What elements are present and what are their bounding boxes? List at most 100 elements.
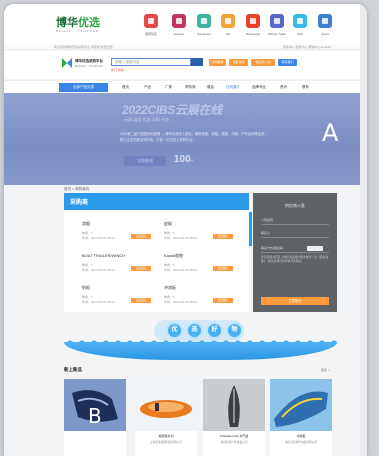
util-links[interactable]: 买家中心 卖家中心 帮助中心 English <box>283 45 331 49</box>
banner-number: 100+ <box>174 154 194 165</box>
quote-button[interactable]: 我要报价 <box>131 298 151 303</box>
quote-button[interactable]: 我要报价 <box>131 234 151 239</box>
nav-item[interactable]: 首页 <box>122 85 129 90</box>
flag-icon[interactable] <box>144 14 158 28</box>
header-button[interactable]: 免费发布 <box>229 59 248 66</box>
purchase-item-date: 时间：2022-08-26 08:00 <box>82 268 115 272</box>
product-name[interactable]: Inflatable boat 充气船 <box>203 434 265 438</box>
purchase-item-qty: 数量：1 <box>82 231 93 235</box>
submit-button[interactable]: 立即提交 <box>261 297 329 305</box>
purchase-item[interactable]: 帆船数量：1 时间：2022-08-26 08:00 我要报价 <box>82 285 162 312</box>
company-field[interactable] <box>261 224 329 225</box>
top-icon-label: About <box>321 32 329 36</box>
breadcrumb[interactable]: 首页 > 采购商机 <box>64 187 89 192</box>
purchase-item-name[interactable]: 冲浪板 <box>164 285 176 291</box>
nav-item[interactable]: 品牌专区 <box>252 85 266 90</box>
brand-logo-sub: BOHUA · YOUXUAN <box>56 29 99 33</box>
annotation-label-a: A <box>322 119 339 147</box>
annotation-label-b: B <box>88 404 102 428</box>
nav-item[interactable]: 厂家 <box>165 85 172 90</box>
quote-button[interactable]: 我要报价 <box>131 266 151 271</box>
product-name[interactable]: 冲浪板 <box>270 434 332 438</box>
product-image[interactable] <box>270 379 332 431</box>
purchase-item-date: 时间：2022-08-26 08:00 <box>82 300 115 304</box>
quote-button[interactable]: 我要报价 <box>213 234 233 239</box>
site-name-sub: BOHUA · YOUXUAN <box>75 64 103 68</box>
banner-subtitle: 云端·展会·优选·采购·合作 <box>124 117 170 122</box>
product-company: 深圳某某户外用品公司 <box>220 441 248 444</box>
purchase-item[interactable]: 冲浪板数量：1 时间：2022-08-26 08:00 我要报价 <box>164 285 244 312</box>
hero-banner[interactable]: 2022CIBS云展在线 云端·展会·优选·采购·合作 2022第二届中国国际船… <box>4 93 367 185</box>
purchase-item-name[interactable]: Kayak船舶 <box>164 253 183 259</box>
nav-item[interactable]: 资讯 <box>280 85 287 90</box>
verify-code-button[interactable] <box>307 246 323 251</box>
site-header: 博华优选采购平台 BOHUA · YOUXUAN 请输入搜索内容 热门 热搜 采… <box>4 51 367 79</box>
product-card[interactable]: 橡皮艇系列 上海某某船艇科技有限公司 <box>135 379 197 456</box>
company-field-label: 公司名称 <box>261 218 274 222</box>
purchase-scrollbar[interactable] <box>249 212 252 246</box>
welcome-text: 欢迎来到博华优选采购平台 请登录 免费注册 <box>54 45 113 49</box>
header-button[interactable]: 供应商入驻 <box>251 59 275 66</box>
product-image[interactable] <box>203 379 265 431</box>
browser-page: 博华优选 BOHUA · YOUXUAN 国家馆区 Explore Sub Even… <box>4 4 367 456</box>
nav-item[interactable]: 联系 <box>302 85 309 90</box>
hot-tags[interactable]: 热门 热搜 <box>111 68 124 72</box>
contact-field-label: 联系人 <box>261 231 271 235</box>
store-icon[interactable] <box>246 14 260 28</box>
purchase-item-name[interactable]: BOAT TRAILER/WINCH <box>82 253 125 258</box>
purchase-item-qty: 数量：1 <box>82 263 93 267</box>
chat-icon[interactable] <box>293 14 307 28</box>
purchase-title: 采购商 <box>70 200 89 206</box>
site-logo-icon[interactable] <box>61 56 73 70</box>
purchase-item-qty: 数量：1 <box>164 295 175 299</box>
contact-field[interactable] <box>261 237 329 238</box>
search-input[interactable]: 请输入搜索内容 <box>111 58 191 66</box>
product-card[interactable]: Inflatable boat 充气船 深圳某某户外用品公司 <box>203 379 265 456</box>
market-icon[interactable] <box>270 14 284 28</box>
header-button[interactable]: 联系我们 <box>278 59 297 66</box>
purchase-panel: 采购商 游艇 数量：1 时间：2022-08-26 08:00 我要报价 皮艇 数量：1 时… <box>64 193 249 312</box>
nav-item[interactable]: 展会 <box>207 85 214 90</box>
product-name[interactable]: 橡皮艇系列 <box>135 434 197 438</box>
purchase-item-date: 时间：2022-08-26 08:00 <box>164 300 197 304</box>
main-nav: 全部产品分类 首页 产品 厂家 采购商 展会 在线展厅 品牌专区 资讯 联系 <box>4 80 367 93</box>
category-menu-button[interactable]: 全部产品分类 <box>59 83 108 92</box>
header-button[interactable]: 采购需求 <box>209 59 226 66</box>
youxuan-band <box>64 342 337 360</box>
purchase-item-name[interactable]: 游艇 <box>82 221 90 227</box>
product-image[interactable] <box>135 379 197 431</box>
quote-button[interactable]: 我要报价 <box>213 298 233 303</box>
brand-logo[interactable]: 博华优选 <box>56 14 100 30</box>
purchase-header: 采购商 <box>64 193 249 210</box>
purchase-item-date: 时间：2022-08-26 08:00 <box>82 236 115 240</box>
nav-item[interactable]: 采购商 <box>185 85 196 90</box>
supplier-form: 供应商入驻 公司名称 联系人 联系方式/验证码 您已阅读并同意《博华优选用户服务… <box>253 193 337 312</box>
quote-button[interactable]: 我要报价 <box>213 266 233 271</box>
banner-text: 2022第二届中国国际船艇展 — 博华优选线上展会，聚焦游艇、帆船、赛艇、冲浪、… <box>120 132 268 142</box>
banner-button[interactable]: 立即参观 <box>124 156 166 166</box>
purchase-item-date: 时间：2022-08-26 08:00 <box>164 236 197 240</box>
purchase-item-qty: 数量：1 <box>164 263 175 267</box>
explore-icon[interactable] <box>172 14 186 28</box>
new-section-title: 新上新品 <box>64 367 82 372</box>
calendar-icon[interactable] <box>197 14 211 28</box>
purchase-item[interactable]: 游艇数量：1 时间：2022-08-26 08:00 我要报价 <box>82 221 162 248</box>
search-button[interactable] <box>191 58 203 66</box>
youxuan-char: 优 <box>166 322 183 339</box>
purchase-item-name[interactable]: 帆船 <box>82 285 90 291</box>
purchase-item[interactable]: 皮艇 数量：1 时间：2022-08-26 08:00 我要报价 <box>164 221 244 248</box>
more-link[interactable]: 更多 > <box>321 368 330 372</box>
purchase-item-qty: 数量：1 <box>82 295 93 299</box>
youxuan-char: 物 <box>226 322 243 339</box>
page-scrollbar[interactable] <box>360 4 367 456</box>
purchase-item[interactable]: BOAT TRAILER/WINCH 数量：1 时间：2022-08-26 08:0… <box>82 253 162 280</box>
about-icon[interactable] <box>318 14 332 28</box>
phone-field[interactable] <box>261 252 329 253</box>
purchase-item[interactable]: Kayak船舶 数量：1 时间：2022-08-26 08:00 我要报价 <box>164 253 244 280</box>
product-card[interactable]: 冲浪板 海南某某体育用品有限公司 <box>270 379 332 456</box>
purchase-item-name[interactable]: 皮艇 <box>164 221 172 227</box>
nav-item[interactable]: 在线展厅 <box>226 85 240 90</box>
gift-icon[interactable] <box>221 14 235 28</box>
nav-item[interactable]: 产品 <box>144 85 151 90</box>
purchase-item-date: 时间：2022-08-26 08:00 <box>164 268 197 272</box>
